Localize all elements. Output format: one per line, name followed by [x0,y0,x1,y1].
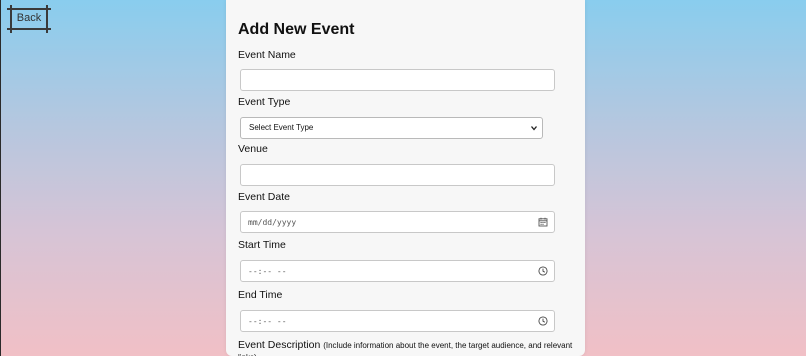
back-button[interactable]: Back [7,5,51,33]
event-type-select[interactable]: Select Event Type [240,117,543,139]
event-date-placeholder: mm/dd/yyyy [248,218,297,227]
form-title: Add New Event [238,21,355,38]
venue-input[interactable] [240,164,555,186]
window-edge [0,0,1,356]
event-type-label: Event Type [238,96,291,108]
event-date-input[interactable]: mm/dd/yyyy [240,211,555,233]
back-button-label: Back [16,12,42,24]
venue-label: Venue [238,143,268,155]
clock-icon[interactable] [538,316,548,326]
start-time-placeholder: --:-- -- [248,267,287,276]
event-name-input[interactable] [240,69,555,91]
event-date-label: Event Date [238,191,290,203]
back-button-frame-bottom [7,28,51,30]
event-type-selected-value: Select Event Type [249,123,314,132]
calendar-icon[interactable] [538,217,548,227]
event-name-label: Event Name [238,49,296,61]
start-time-input[interactable]: --:-- -- [240,260,555,282]
end-time-placeholder: --:-- -- [248,317,287,326]
end-time-input[interactable]: --:-- -- [240,310,555,332]
chevron-down-icon [531,126,537,131]
clock-icon[interactable] [538,266,548,276]
end-time-label: End Time [238,289,283,301]
start-time-label: Start Time [238,239,286,251]
add-event-form: Add New Event Event Name Event Type Sele… [226,0,585,356]
back-button-frame-top [7,8,51,10]
event-description-label: Event Description (Include information a… [238,339,585,356]
event-description-label-text: Event Description [238,339,321,351]
